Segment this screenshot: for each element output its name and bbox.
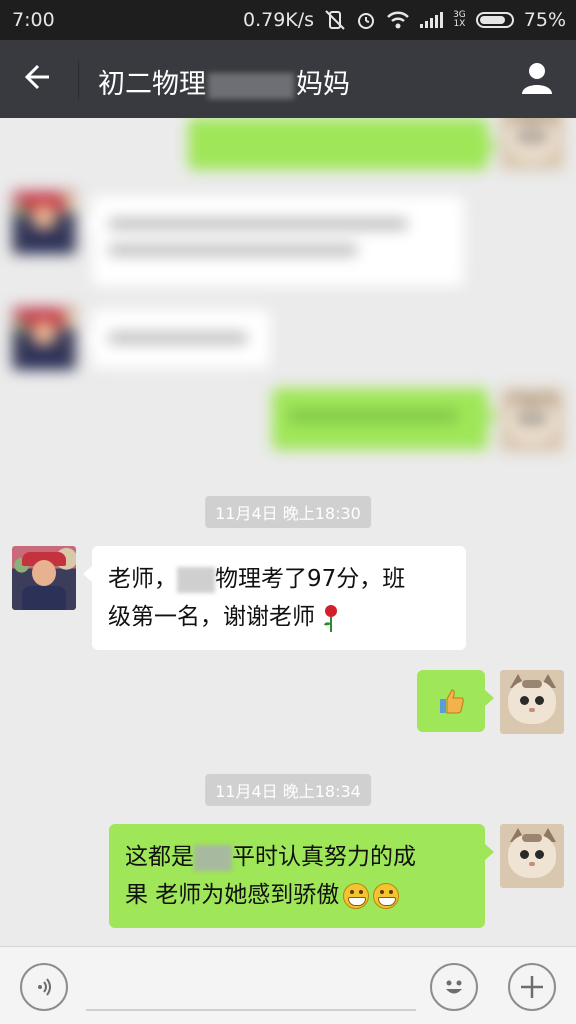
battery-icon — [475, 12, 514, 28]
battery-percent: 75% — [523, 9, 566, 31]
message-list[interactable]: 11月4日 晚上18:30 老师， 物理考了97分，班 级第一名，谢谢老师 11月… — [0, 118, 576, 946]
blurred-message — [83, 310, 270, 368]
person-icon[interactable] — [520, 60, 554, 96]
message-input[interactable] — [86, 1009, 416, 1011]
message-timestamp: 11月4日 晚上18:34 — [205, 774, 371, 806]
redacted-name — [194, 844, 232, 871]
redacted-name — [208, 72, 294, 99]
wifi-icon — [387, 11, 409, 29]
blurred-message — [188, 118, 497, 170]
grin-emoji-icon — [373, 882, 400, 909]
header-divider — [78, 60, 79, 100]
blurred-history — [0, 118, 576, 483]
back-arrow-icon[interactable] — [22, 62, 52, 92]
contact-avatar — [12, 190, 76, 254]
chat-title: 初二物理 妈妈 — [98, 69, 350, 100]
emoji-icon — [446, 980, 462, 994]
message-timestamp: 11月4日 晚上18:30 — [205, 496, 371, 528]
plus-icon — [521, 976, 543, 998]
voice-icon — [38, 978, 51, 996]
my-avatar — [500, 118, 564, 170]
signal-icon — [420, 12, 444, 28]
my-avatar — [500, 388, 564, 452]
emoji-button[interactable] — [430, 963, 478, 1011]
thumbs-up-icon — [440, 689, 464, 714]
input-bar — [0, 946, 576, 1024]
network-type-2: 1X — [453, 19, 466, 29]
alarm-icon — [358, 13, 375, 29]
blurred-message — [272, 388, 497, 450]
voice-button[interactable] — [20, 963, 68, 1011]
chat-header: 初二物理 妈妈 — [0, 40, 576, 118]
contact-avatar[interactable] — [12, 546, 76, 610]
my-avatar[interactable] — [500, 824, 564, 888]
outgoing-message[interactable]: 这都是 平时认真努力的成 果 老师为她感到骄傲 — [109, 824, 494, 928]
network-speed: 0.79K/s — [242, 9, 315, 31]
blurred-message — [83, 196, 464, 286]
contact-avatar — [12, 306, 76, 370]
status-time: 7:00 — [12, 9, 55, 31]
incoming-message[interactable]: 老师， 物理考了97分，班 级第一名，谢谢老师 — [83, 546, 466, 650]
vibrate-off-icon — [325, 10, 345, 30]
status-bar: 7:00 0.79K/s 3G 1X 75% — [0, 0, 576, 40]
outgoing-message[interactable] — [417, 670, 494, 732]
grin-emoji-icon — [343, 882, 370, 909]
redacted-name — [177, 566, 215, 593]
rose-emoji-icon — [324, 604, 337, 632]
more-button[interactable] — [508, 963, 556, 1011]
my-avatar[interactable] — [500, 670, 564, 734]
